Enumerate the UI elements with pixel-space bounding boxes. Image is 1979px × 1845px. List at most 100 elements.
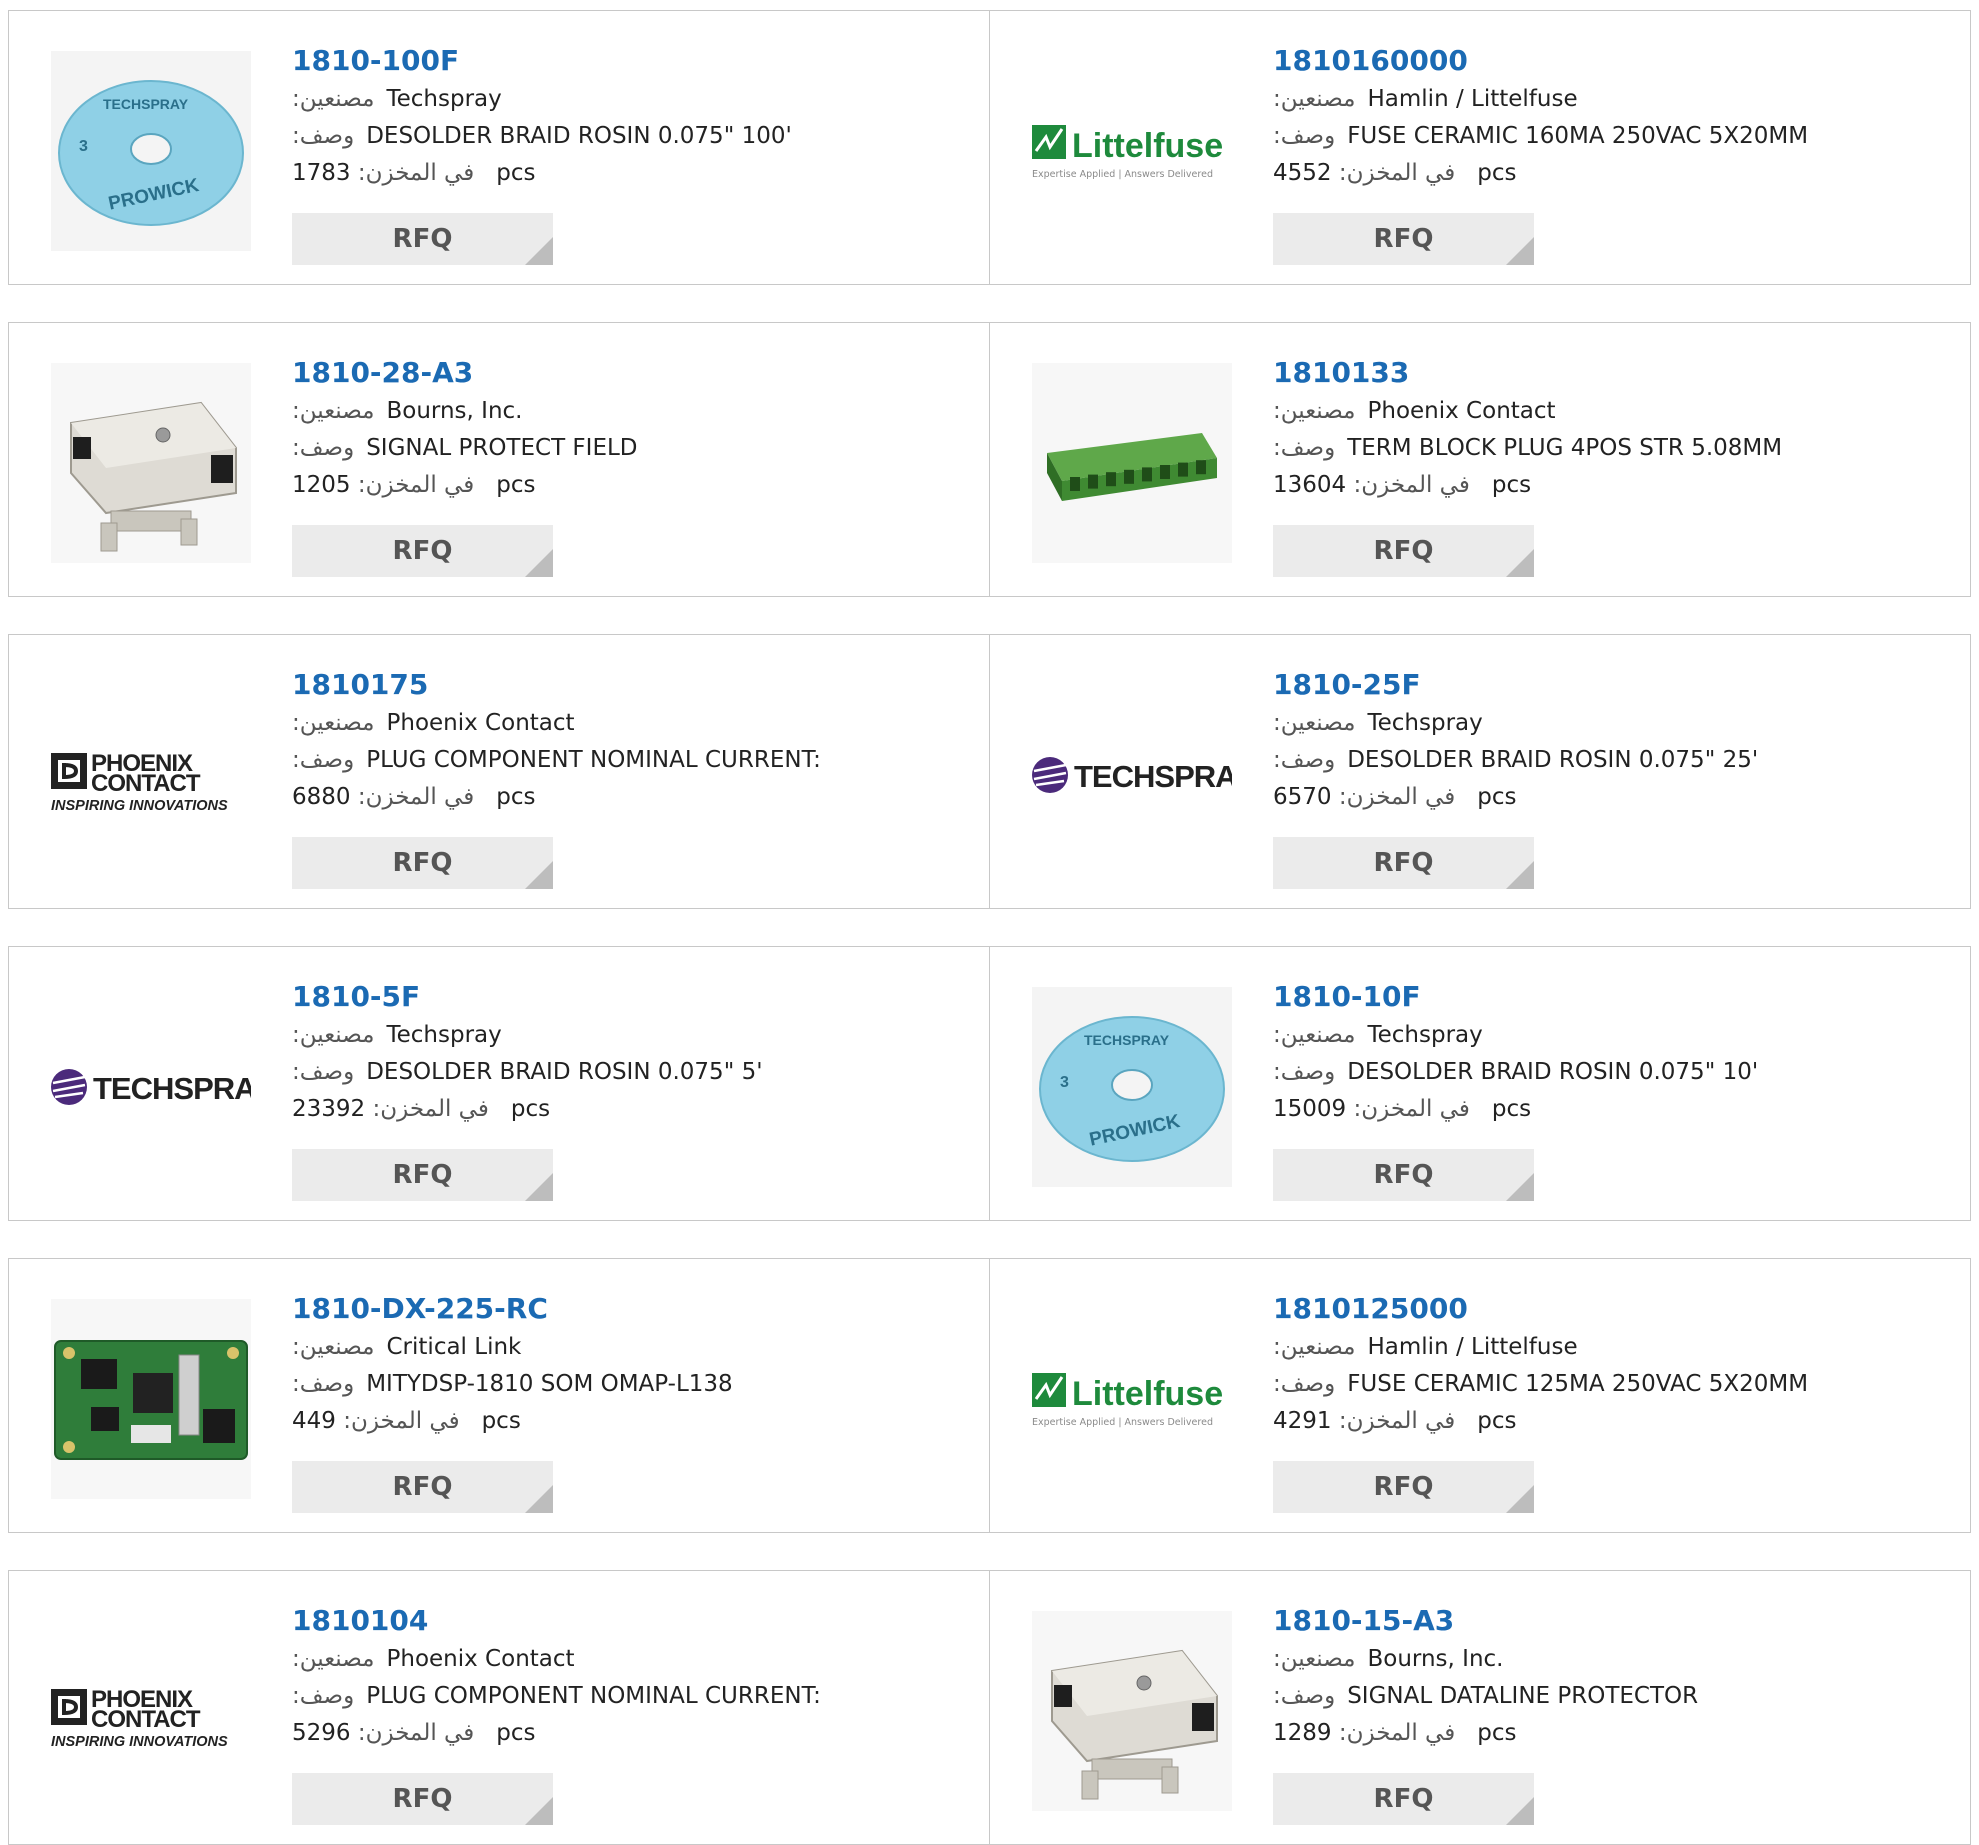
product-image[interactable]: Littelfuse Expertise Applied | Answers De… [1032, 51, 1232, 251]
description-line: وصف: DESOLDER BRAID ROSIN 0.075" 25' [1273, 742, 1953, 779]
description-line: وصف: FUSE CERAMIC 125MA 250VAC 5X20MM [1273, 1366, 1953, 1403]
rfq-button[interactable]: RFQ [1273, 213, 1534, 265]
rfq-button[interactable]: RFQ [292, 1773, 553, 1825]
rfq-button[interactable]: RFQ [1273, 1149, 1534, 1201]
stock-quantity: 1289 [1273, 1720, 1332, 1746]
part-number-link[interactable]: 1810-15-A3 [1273, 1601, 1953, 1641]
rfq-button[interactable]: RFQ [1273, 525, 1534, 577]
techspray-logo: TECHSPRAY [51, 1069, 251, 1106]
product-image[interactable] [51, 363, 251, 563]
product-info: 1810125000 مصنعين: Hamlin / Littelfuse وص… [1273, 1289, 1953, 1440]
protector-module-icon [51, 363, 251, 563]
stock-unit: pcs [496, 1720, 536, 1746]
part-number-link[interactable]: 1810160000 [1273, 41, 1953, 81]
part-number-link[interactable]: 1810104 [292, 1601, 972, 1641]
product-info: 1810-DX-225-RC مصنعين: Critical Link وصف:… [292, 1289, 972, 1440]
stock-line: 6880 في المخزن: pcs [292, 779, 972, 816]
product-image[interactable]: TECHSPRAY 3 PROWICK [51, 51, 251, 251]
product-card: 1810-DX-225-RC مصنعين: Critical Link وصف:… [9, 1259, 989, 1532]
product-image[interactable]: TECHSPRAY [1032, 675, 1232, 875]
rfq-button[interactable]: RFQ [292, 525, 553, 577]
rfq-label: RFQ [1373, 536, 1434, 566]
description-value: FUSE CERAMIC 125MA 250VAC 5X20MM [1347, 1371, 1809, 1397]
rfq-button[interactable]: RFQ [1273, 1461, 1534, 1513]
product-info: 1810-10F مصنعين: Techspray وصف: DESOLDER B… [1273, 977, 1953, 1128]
stock-line: 5296 في المخزن: pcs [292, 1715, 972, 1752]
part-number-link[interactable]: 1810-DX-225-RC [292, 1289, 972, 1329]
part-number-link[interactable]: 1810-100F [292, 41, 972, 81]
rfq-button[interactable]: RFQ [1273, 837, 1534, 889]
part-number-link[interactable]: 1810133 [1273, 353, 1953, 393]
rfq-corner-decoration [1506, 237, 1534, 265]
description-label: وصف: [1273, 1683, 1336, 1709]
description-value: SIGNAL DATALINE PROTECTOR [1347, 1683, 1699, 1709]
product-image[interactable]: PHOENIX CONTACT INSPIRING INNOVATIONS [51, 1611, 251, 1811]
protector-module-icon [1032, 1611, 1232, 1811]
part-number-link[interactable]: 1810-25F [1273, 665, 1953, 705]
description-label: وصف: [1273, 747, 1336, 773]
stock-label: في المخزن: [1338, 784, 1456, 810]
description-label: وصف: [292, 435, 355, 461]
stock-line: 1205 في المخزن: pcs [292, 467, 972, 504]
manufacturer-line: مصنعين: Techspray [292, 1017, 972, 1054]
stock-line: 4552 في المخزن: pcs [1273, 155, 1953, 192]
rfq-button[interactable]: RFQ [292, 837, 553, 889]
product-image[interactable]: TECHSPRAY 3 PROWICK [1032, 987, 1232, 1187]
manufacturer-value: Techspray [386, 86, 502, 112]
product-row: PHOENIX CONTACT INSPIRING INNOVATIONS 1810… [8, 634, 1971, 909]
description-label: وصف: [1273, 1059, 1336, 1085]
product-image[interactable]: Littelfuse Expertise Applied | Answers De… [1032, 1299, 1232, 1499]
svg-text:CONTACT: CONTACT [91, 1706, 201, 1733]
part-number-link[interactable]: 1810175 [292, 665, 972, 705]
part-number-link[interactable]: 1810-10F [1273, 977, 1953, 1017]
rfq-label: RFQ [1373, 1784, 1434, 1814]
stock-unit: pcs [1477, 784, 1517, 810]
manufacturer-label: مصنعين: [292, 1022, 375, 1048]
rfq-label: RFQ [1373, 224, 1434, 254]
product-card: Littelfuse Expertise Applied | Answers De… [990, 1259, 1970, 1532]
description-label: وصف: [1273, 1371, 1336, 1397]
rfq-label: RFQ [392, 1784, 453, 1814]
stock-unit: pcs [510, 1096, 551, 1122]
manufacturer-label: مصنعين: [1273, 1022, 1356, 1048]
manufacturer-line: مصنعين: Bourns, Inc. [292, 393, 972, 430]
manufacturer-line: مصنعين: Bourns, Inc. [1273, 1641, 1953, 1678]
stock-line: 1783 في المخزن: pcs [292, 155, 972, 192]
product-image[interactable] [1032, 363, 1232, 563]
description-value: DESOLDER BRAID ROSIN 0.075" 100' [366, 123, 792, 149]
product-card: PHOENIX CONTACT INSPIRING INNOVATIONS 1810… [9, 635, 989, 908]
product-info: 1810104 مصنعين: Phoenix Contact وصف: PLUG … [292, 1601, 972, 1752]
part-number-link[interactable]: 1810-5F [292, 977, 972, 1017]
stock-label: في المخزن: [357, 160, 475, 186]
description-line: وصف: TERM BLOCK PLUG 4POS STR 5.08MM [1273, 430, 1953, 467]
part-number-link[interactable]: 1810125000 [1273, 1289, 1953, 1329]
product-image[interactable]: TECHSPRAY [51, 987, 251, 1187]
manufacturer-label: مصنعين: [1273, 398, 1356, 424]
part-number-link[interactable]: 1810-28-A3 [292, 353, 972, 393]
product-image[interactable] [1032, 1611, 1232, 1811]
stock-label: في المخزن: [1338, 1408, 1456, 1434]
product-info: 1810-15-A3 مصنعين: Bourns, Inc. وصف: SIGNA… [1273, 1601, 1953, 1752]
product-info: 1810175 مصنعين: Phoenix Contact وصف: PLUG … [292, 665, 972, 816]
rfq-corner-decoration [525, 861, 553, 889]
manufacturer-line: مصنعين: Phoenix Contact [292, 705, 972, 742]
description-value: TERM BLOCK PLUG 4POS STR 5.08MM [1347, 435, 1783, 461]
stock-label: في المخزن: [1353, 1096, 1470, 1122]
stock-line: 15009 في المخزن: pcs [1273, 1091, 1953, 1128]
product-image[interactable] [51, 1299, 251, 1499]
stock-label: في المخزن: [357, 784, 475, 810]
rfq-button[interactable]: RFQ [292, 1149, 553, 1201]
product-image[interactable]: PHOENIX CONTACT INSPIRING INNOVATIONS [51, 675, 251, 875]
manufacturer-label: مصنعين: [1273, 86, 1356, 112]
stock-quantity: 4552 [1273, 160, 1332, 186]
manufacturer-label: مصنعين: [292, 710, 375, 736]
rfq-button[interactable]: RFQ [292, 213, 553, 265]
svg-text:TECHSPRAY: TECHSPRAY [1074, 759, 1232, 794]
manufacturer-value: Phoenix Contact [1367, 398, 1556, 424]
rfq-button[interactable]: RFQ [1273, 1773, 1534, 1825]
manufacturer-value: Hamlin / Littelfuse [1367, 86, 1578, 112]
product-row: TECHSPRAY 3 PROWICK 1810-100F مصنعين: Techs… [8, 10, 1971, 285]
rfq-button[interactable]: RFQ [292, 1461, 553, 1513]
stock-line: 6570 في المخزن: pcs [1273, 779, 1953, 816]
stock-unit: pcs [1477, 1720, 1517, 1746]
